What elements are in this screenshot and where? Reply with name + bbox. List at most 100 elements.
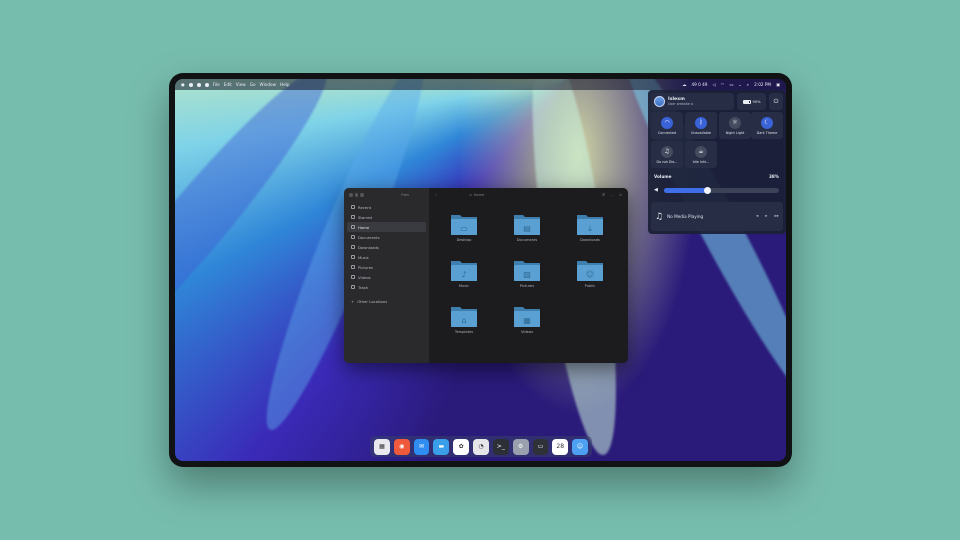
tile-label: Idle Inhi... (692, 159, 710, 164)
tile-wifi[interactable]: ◠ Connected (651, 112, 683, 139)
tile-dark-theme[interactable]: ☾ Dark Theme (751, 112, 783, 139)
view-list-icon[interactable]: ☰ (602, 193, 605, 197)
folder-item[interactable]: ▭ Desktop (444, 212, 484, 252)
folder-item[interactable]: ⤓ Downloads (570, 212, 610, 252)
search-icon[interactable]: ⌕ (747, 82, 749, 87)
film-icon: ▦ (514, 307, 540, 327)
menu-dot-icon[interactable] (196, 82, 201, 87)
battery-button[interactable]: 90% (737, 93, 766, 110)
cloud-icon[interactable]: ☁ (682, 82, 686, 87)
clock[interactable]: 2:02 PM (754, 82, 771, 87)
content-header: ‹ ⌂ Home ☰ – × (429, 188, 628, 202)
previous-icon[interactable]: ◂ (756, 214, 758, 219)
back-icon[interactable]: ‹ (435, 193, 436, 197)
sidebar-item-trash[interactable]: Trash (344, 282, 429, 292)
user-card[interactable]: Islexm User website a (651, 93, 734, 110)
user-subtitle: User website a (668, 102, 694, 106)
folder-item[interactable]: ⌂ Templates (444, 304, 484, 344)
menu-help[interactable]: Help (280, 82, 290, 87)
tile-idle-inhibitor[interactable]: ☕ Idle Inhi... (685, 141, 717, 168)
apple-icon[interactable]: ● (181, 82, 185, 87)
sidebar-item-starred[interactable]: Starred (344, 212, 429, 222)
window-close-button[interactable] (349, 193, 353, 197)
tile-do-not-disturb[interactable]: ♫ Do not Dis... (651, 141, 683, 168)
menu-window[interactable]: Window (260, 82, 277, 87)
settings-icon[interactable]: ⚙ (512, 438, 529, 455)
play-icon[interactable]: ▸ (765, 214, 767, 219)
tile-bluetooth[interactable]: ᛒ Unavailable (685, 112, 717, 139)
menu-dot-icon[interactable] (188, 82, 193, 87)
window-minimize-button[interactable] (354, 193, 358, 197)
folder-item[interactable]: ▨ Pictures (507, 258, 547, 298)
tile-label: Dark Theme (756, 130, 778, 135)
desktop-icon: ▭ (451, 215, 477, 235)
files-icon[interactable]: ▬ (433, 438, 450, 455)
folder-item[interactable]: ♪ Music (444, 258, 484, 298)
battery-icon[interactable]: ▭ (729, 82, 733, 87)
finder-icon[interactable]: ☺ (572, 438, 588, 455)
sidebar-item-downloads[interactable]: Downloads (344, 242, 429, 252)
home-icon (351, 225, 355, 229)
next-icon[interactable]: ▸▸ (774, 214, 779, 219)
photos-icon[interactable]: ✿ (453, 438, 470, 455)
browser-icon[interactable]: ◉ (393, 438, 410, 455)
star-icon (351, 215, 355, 219)
path-label: Home (473, 193, 485, 197)
svg-text:▭: ▭ (460, 224, 468, 233)
folder-item[interactable]: ▤ Documents (507, 212, 547, 252)
battery-icon (742, 99, 751, 104)
sidebar-item-documents[interactable]: Documents (344, 232, 429, 242)
folder-item[interactable]: ▦ Videos (507, 304, 547, 344)
terminal-icon[interactable]: >_ (492, 438, 509, 455)
dark-theme-icon: ☾ (761, 116, 773, 129)
svg-text:⌂: ⌂ (461, 316, 466, 325)
menu-file[interactable]: File (213, 82, 220, 87)
avatar (654, 96, 665, 107)
folder-label: Public (584, 284, 596, 288)
volume-fill (664, 188, 708, 193)
wifi-icon[interactable]: ◠ (721, 82, 725, 87)
monitor-icon[interactable]: ▭ (532, 438, 549, 455)
disk-icon[interactable]: ◔ (473, 438, 489, 455)
power-button[interactable]: ⏻ (769, 93, 783, 110)
status-readout[interactable]: 49 0 49 (691, 82, 707, 87)
tile-night-light[interactable]: ☼ Night Light (719, 112, 751, 139)
minimize-icon[interactable]: – (611, 193, 613, 197)
menu-edit[interactable]: Edit (224, 82, 232, 87)
night-light-icon: ☼ (729, 116, 741, 129)
menu-view[interactable]: View (236, 82, 246, 87)
sidebar-item-label: Music (358, 254, 369, 260)
sidebar-item-recent[interactable]: Recent (344, 202, 429, 212)
plus-icon: + (351, 298, 355, 304)
sidebar-item-pictures[interactable]: Pictures (344, 262, 429, 272)
chevron-down-icon[interactable]: ⌄ (738, 82, 742, 87)
menu-go[interactable]: Go (250, 82, 256, 87)
path-bar[interactable]: ⌂ Home (469, 193, 484, 197)
quick-toggle-grid: ◠ Connected ᛒ Unavailable ☼ Night Light … (651, 112, 783, 169)
folder-item[interactable]: ☺ Public (570, 258, 610, 298)
mail-icon[interactable]: ✉ (413, 438, 430, 455)
sidebar-item-label: Other Locations (357, 298, 388, 304)
sidebar-item-music[interactable]: Music (344, 252, 429, 262)
speaker-icon[interactable]: ◀ (654, 187, 658, 193)
template-icon: ⌂ (451, 307, 477, 327)
sidebar-item-label: Starred (358, 214, 372, 220)
calendar-icon[interactable]: 28 (552, 438, 569, 455)
sidebar-item-label: Trash (358, 284, 369, 290)
wifi-icon: ◠ (661, 116, 673, 129)
trash-icon (351, 285, 355, 289)
sidebar-item-home[interactable]: Home (347, 222, 426, 232)
control-center-icon[interactable]: ▣ (776, 82, 780, 87)
sidebar-item-videos[interactable]: Videos (344, 272, 429, 282)
tile-label: Do not Dis... (656, 159, 678, 164)
launchpad-icon[interactable]: ▦ (374, 438, 390, 455)
window-maximize-button[interactable] (360, 193, 364, 197)
sidebar-item-other-locations[interactable]: + Other Locations (344, 296, 429, 306)
volume-knob[interactable] (704, 187, 712, 194)
close-icon[interactable]: × (619, 193, 622, 197)
speaker-icon[interactable]: ◁ (712, 82, 715, 87)
menu-dot-icon[interactable] (204, 82, 209, 87)
clock-icon (351, 205, 355, 209)
volume-slider[interactable] (664, 187, 779, 194)
sidebar-item-label: Videos (358, 274, 371, 280)
